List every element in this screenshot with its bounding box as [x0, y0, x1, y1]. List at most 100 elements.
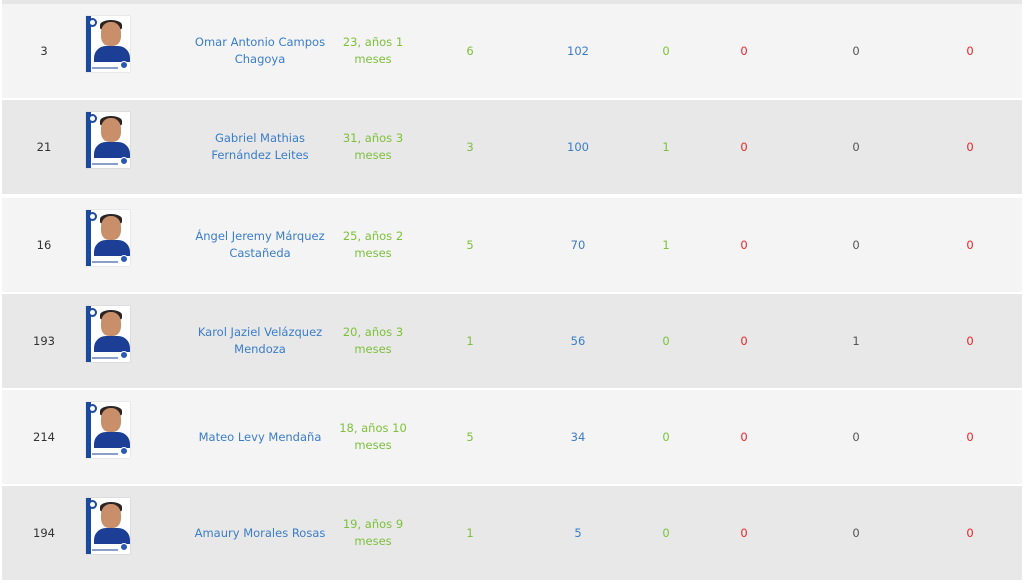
player-photo-icon[interactable] — [86, 16, 130, 72]
stat-column-7: 0 — [828, 390, 884, 484]
player-shirt — [94, 240, 130, 256]
player-photo-icon[interactable] — [86, 210, 130, 266]
club-badge-icon — [88, 18, 97, 27]
player-photo[interactable] — [86, 198, 150, 292]
player-name-link-text[interactable]: Gabriel Mathias Fernández Leites — [190, 130, 330, 164]
goals: 0 — [638, 390, 694, 484]
player-age-text: 31, años 3 meses — [342, 131, 404, 162]
player-face — [101, 504, 121, 528]
stat-column-7: 0 — [828, 198, 884, 292]
player-number-text: 193 — [33, 333, 55, 348]
card-caption — [92, 261, 118, 263]
player-name-link-text[interactable]: Karol Jaziel Velázquez Mendoza — [190, 324, 330, 358]
minutes-played-text: 5 — [574, 525, 582, 540]
player-shirt — [94, 528, 130, 544]
table-row: 16 Ángel Jeremy Márquez Castañeda 25, años… — [2, 198, 1022, 292]
player-name-link[interactable]: Omar Antonio Campos Chagoya — [190, 4, 330, 98]
card-caption — [92, 67, 118, 69]
player-age: 18, años 10 meses — [338, 390, 408, 484]
stat-column-7-text: 0 — [852, 139, 860, 154]
player-age-text: 23, años 1 meses — [342, 35, 404, 66]
player-age: 23, años 1 meses — [338, 4, 408, 98]
player-age: 19, años 9 meses — [338, 486, 408, 580]
goals: 1 — [638, 198, 694, 292]
table-row: 194 Amaury Morales Rosas 19, años 9 meses 1… — [2, 486, 1022, 580]
stat-column-7-text: 0 — [852, 525, 860, 540]
club-badge-icon — [88, 114, 97, 123]
player-shirt — [94, 142, 130, 158]
table-row: 193 Karol Jaziel Velázquez Mendoza 20, año… — [2, 294, 1022, 388]
player-name-link[interactable]: Ángel Jeremy Márquez Castañeda — [190, 198, 330, 292]
player-number-text: 3 — [40, 43, 48, 58]
player-name-link[interactable]: Gabriel Mathias Fernández Leites — [190, 100, 330, 194]
stat-column-8-text: 0 — [966, 429, 974, 444]
matches-played-text: 3 — [466, 139, 474, 154]
player-age-text: 20, años 3 meses — [342, 325, 404, 356]
player-photo[interactable] — [86, 294, 150, 388]
card-caption — [92, 163, 118, 165]
player-name-link-text[interactable]: Mateo Levy Mendaña — [199, 429, 322, 446]
stat-column-8: 0 — [942, 4, 998, 98]
player-age: 25, años 2 meses — [338, 198, 408, 292]
player-age-text: 18, años 10 meses — [339, 421, 407, 452]
player-name-link[interactable]: Karol Jaziel Velázquez Mendoza — [190, 294, 330, 388]
player-face — [101, 312, 121, 336]
matches-played-text: 1 — [466, 525, 474, 540]
stat-column-8: 0 — [942, 100, 998, 194]
yellow-cards: 0 — [716, 390, 772, 484]
players-table: 3 Omar Antonio Campos Chagoya 23, años 1 m… — [2, 0, 1022, 586]
player-name-link[interactable]: Amaury Morales Rosas — [190, 486, 330, 580]
club-badge-icon — [88, 404, 97, 413]
player-number: 193 — [2, 294, 86, 388]
stat-column-8: 0 — [942, 390, 998, 484]
card-caption — [92, 357, 118, 359]
team-crest-icon — [120, 543, 128, 551]
player-number-text: 21 — [36, 139, 52, 154]
minutes-played-text: 56 — [570, 333, 586, 348]
table-row: 21 Gabriel Mathias Fernández Leites 31, añ… — [2, 100, 1022, 194]
card-caption — [92, 549, 118, 551]
player-photo-icon[interactable] — [86, 402, 130, 458]
stat-column-8-text: 0 — [966, 139, 974, 154]
player-name-link[interactable]: Mateo Levy Mendaña — [190, 390, 330, 484]
yellow-cards-text: 0 — [740, 43, 748, 58]
goals-text: 0 — [662, 525, 670, 540]
goals-text: 0 — [662, 43, 670, 58]
player-photo[interactable] — [86, 4, 150, 98]
card-caption — [92, 453, 118, 455]
minutes-played-text: 34 — [570, 429, 586, 444]
goals: 0 — [638, 4, 694, 98]
yellow-cards: 0 — [716, 294, 772, 388]
matches-played: 3 — [442, 100, 498, 194]
minutes-played-text: 70 — [570, 237, 586, 252]
player-name-link-text[interactable]: Omar Antonio Campos Chagoya — [190, 34, 330, 68]
table-row: 214 Mateo Levy Mendaña 18, años 10 meses 5 3… — [2, 390, 1022, 484]
stat-column-7-text: 0 — [852, 237, 860, 252]
stat-column-8: 0 — [942, 294, 998, 388]
goals: 0 — [638, 294, 694, 388]
player-name-link-text[interactable]: Amaury Morales Rosas — [195, 525, 326, 542]
player-face — [101, 22, 121, 46]
player-photo[interactable] — [86, 100, 150, 194]
player-photo[interactable] — [86, 390, 150, 484]
player-shirt — [94, 46, 130, 62]
team-crest-icon — [120, 255, 128, 263]
matches-played: 5 — [442, 198, 498, 292]
stat-column-7-text: 0 — [852, 43, 860, 58]
team-crest-icon — [120, 447, 128, 455]
minutes-played: 100 — [550, 100, 606, 194]
team-crest-icon — [120, 351, 128, 359]
player-photo-icon[interactable] — [86, 306, 130, 362]
yellow-cards: 0 — [716, 100, 772, 194]
player-age: 31, años 3 meses — [338, 100, 408, 194]
player-number: 214 — [2, 390, 86, 484]
player-photo-icon[interactable] — [86, 112, 130, 168]
stat-column-7: 0 — [828, 100, 884, 194]
player-face — [101, 216, 121, 240]
stat-column-7-text: 1 — [852, 333, 860, 348]
player-photo-icon[interactable] — [86, 498, 130, 554]
player-photo[interactable] — [86, 486, 150, 580]
club-badge-icon — [88, 308, 97, 317]
team-crest-icon — [120, 61, 128, 69]
player-name-link-text[interactable]: Ángel Jeremy Márquez Castañeda — [190, 228, 330, 262]
